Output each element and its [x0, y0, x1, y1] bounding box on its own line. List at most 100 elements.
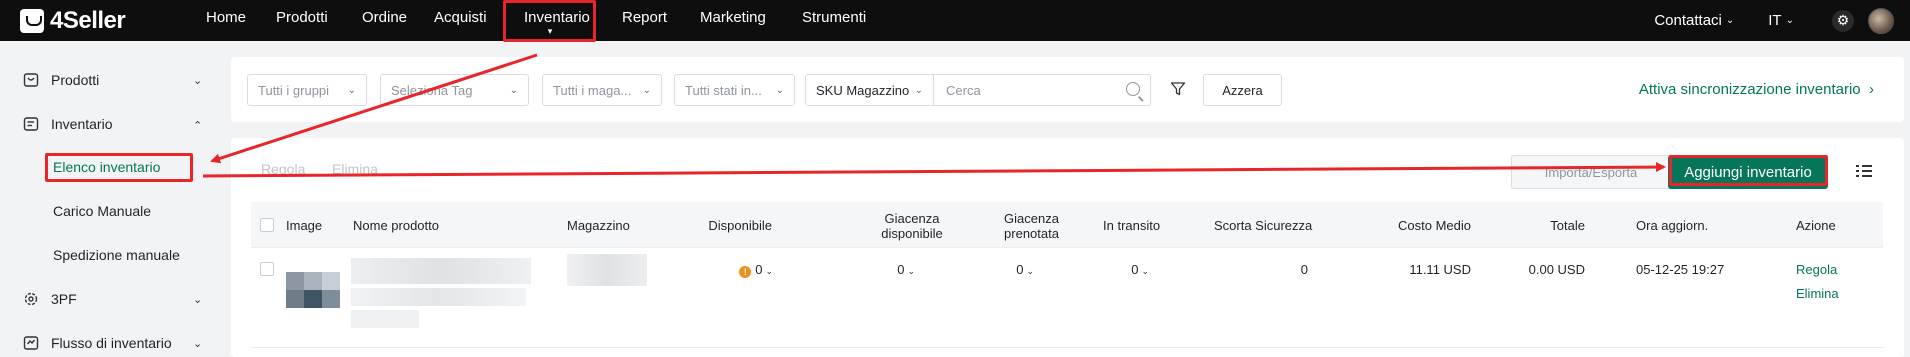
nav-item-products[interactable]: Prodotti	[260, 0, 346, 41]
sidebar-item-products[interactable]: Prodotti ⌄	[0, 60, 222, 100]
safety-stock-value: 0	[1300, 262, 1308, 277]
column-available-stock[interactable]: Giacenza disponibile	[856, 211, 968, 241]
sync-link-label: Attiva sincronizzazione inventario	[1638, 81, 1861, 98]
chevron-down-icon: ⌄	[1026, 266, 1034, 276]
row-checkbox[interactable]	[260, 262, 274, 276]
import-export-button[interactable]: Importa/Esporta	[1511, 155, 1671, 189]
contacts-menu[interactable]: Contattaci ⌄	[1654, 12, 1734, 29]
available-value[interactable]: ! 0 ⌄	[739, 262, 773, 278]
sidebar-item-inventory-flow[interactable]: Flusso di inventario ⌄	[0, 323, 222, 357]
flow-icon	[22, 334, 40, 352]
row-adjust-link[interactable]: Regola	[1796, 262, 1837, 277]
delete-button[interactable]: Elimina	[332, 161, 378, 177]
chevron-down-icon: ⌄	[765, 266, 773, 276]
column-reserved-stock[interactable]: Giacenza prenotata	[978, 211, 1085, 241]
column-in-transit[interactable]: In transito	[1103, 218, 1160, 233]
brand-logo[interactable]: 4Seller	[20, 5, 126, 36]
column-action: Azione	[1796, 218, 1836, 233]
column-safety-stock[interactable]: Scorta Sicurezza	[1214, 218, 1312, 233]
avatar[interactable]	[1868, 7, 1894, 34]
column-reserved-stock-line1: Giacenza	[1004, 211, 1059, 226]
column-total[interactable]: Totale	[1550, 218, 1585, 233]
filter-icon[interactable]	[1170, 81, 1186, 97]
contacts-label: Contattaci	[1654, 12, 1722, 29]
chevron-down-icon: ⌄	[775, 84, 784, 96]
nav-item-orders[interactable]: Ordine	[346, 0, 418, 41]
search-input[interactable]: Cerca	[934, 74, 1151, 106]
warehouse-select[interactable]: Tutti i maga... ⌄	[542, 74, 662, 106]
column-available[interactable]: Disponibile	[708, 218, 772, 233]
inventory-icon	[22, 115, 40, 133]
tag-select[interactable]: Seleziona Tag ⌄	[380, 74, 529, 106]
updated-value: 05-12-25 19:27	[1636, 262, 1725, 277]
nav-item-purchases[interactable]: Acquisti	[418, 0, 508, 41]
chevron-down-icon: ⌄	[347, 84, 356, 96]
sidebar-subitem-manual-shipping[interactable]: Spedizione manuale	[0, 235, 222, 275]
column-image: Image	[286, 218, 323, 233]
state-select-value: Tutti stati in...	[685, 82, 762, 98]
sidebar-item-3pf[interactable]: 3PF ⌄	[0, 279, 222, 319]
average-cost-value: 11.11 USD	[1409, 262, 1471, 277]
column-updated[interactable]: Ora aggiorn.	[1636, 218, 1708, 233]
sidebar: Prodotti ⌄ Inventario ⌄ Elenco inventari…	[0, 41, 222, 357]
inventory-panel: Regola Elimina Importa/Esporta Aggiungi …	[231, 138, 1904, 357]
product-thumbnail	[286, 272, 340, 308]
in-transit-value[interactable]: 0 ⌄	[1131, 262, 1149, 277]
search-icon[interactable]	[1126, 82, 1140, 96]
chevron-down-icon: ⌄	[1725, 15, 1735, 26]
enable-inventory-sync-link[interactable]: Attiva sincronizzazione inventario ›	[1639, 81, 1874, 98]
chevron-down-icon: ⌄	[193, 337, 203, 350]
adjust-button[interactable]: Regola	[261, 161, 305, 177]
nav-item-marketing[interactable]: Marketing	[684, 0, 786, 41]
nav-item-tools[interactable]: Strumenti	[786, 0, 886, 41]
chevron-down-icon: ⌄	[193, 74, 203, 87]
search-field-value: SKU Magazzino	[816, 82, 910, 98]
available-stock-value[interactable]: 0 ⌄	[897, 262, 915, 277]
settings-icon	[22, 290, 40, 308]
state-select[interactable]: Tutti stati in... ⌄	[674, 74, 795, 106]
annotation-highlight-sidebar	[45, 153, 193, 182]
chevron-down-icon: ⌄	[1141, 266, 1149, 276]
in-transit-number: 0	[1131, 262, 1139, 277]
row-delete-link[interactable]: Elimina	[1796, 286, 1839, 301]
nav-item-home[interactable]: Home	[190, 0, 260, 41]
table-row[interactable]: ! 0 ⌄ 0 ⌄ 0 ⌄ 0 ⌄ 0 11.11 USD 0.00 USD 05-12-…	[251, 248, 1883, 348]
product-icon	[22, 71, 40, 89]
nav-item-report[interactable]: Report	[606, 0, 684, 41]
product-detail-redacted	[351, 310, 419, 328]
total-value: 0.00 USD	[1528, 262, 1585, 277]
reserved-stock-value[interactable]: 0 ⌄	[1016, 262, 1034, 277]
top-right-controls: Contattaci ⌄ IT ⌄ ⚙	[1654, 0, 1910, 41]
warehouse-select-value: Tutti i maga...	[553, 82, 632, 98]
column-warehouse[interactable]: Magazzino	[567, 218, 630, 233]
sidebar-item-inventory[interactable]: Inventario ⌄	[0, 104, 222, 144]
sidebar-subitem-label: Spedizione manuale	[53, 247, 180, 263]
column-available-stock-line2: disponibile	[881, 226, 943, 241]
language-label: IT	[1768, 12, 1782, 29]
chevron-down-icon: ⌄	[914, 84, 923, 96]
available-stock-number: 0	[897, 262, 905, 277]
annotation-highlight-add-button	[1669, 155, 1828, 186]
column-product-name[interactable]: Nome prodotto	[353, 218, 439, 233]
sidebar-item-label: Inventario	[51, 116, 113, 132]
chevron-down-icon: ⌄	[509, 84, 518, 96]
sidebar-subitem-manual-load[interactable]: Carico Manuale	[0, 191, 222, 231]
reset-button[interactable]: Azzera	[1203, 74, 1282, 106]
group-select[interactable]: Tutti i gruppi ⌄	[247, 74, 367, 106]
group-select-value: Tutti i gruppi	[258, 82, 330, 98]
product-name-redacted	[351, 258, 531, 284]
language-menu[interactable]: IT ⌄	[1768, 12, 1794, 29]
chevron-up-icon: ⌄	[193, 117, 203, 130]
column-average-cost[interactable]: Costo Medio	[1398, 218, 1471, 233]
search-field-select[interactable]: SKU Magazzino ⌄	[805, 74, 934, 106]
chevron-down-icon: ⌄	[907, 266, 915, 276]
brand-name: 4Seller	[50, 6, 126, 34]
column-reserved-stock-line2: prenotata	[1004, 226, 1059, 241]
chevron-right-icon: ›	[1864, 81, 1874, 98]
sidebar-item-label: 3PF	[51, 291, 77, 307]
sidebar-subitem-label: Carico Manuale	[53, 203, 152, 219]
column-settings-icon[interactable]	[1856, 164, 1872, 178]
gear-icon[interactable]: ⚙	[1832, 9, 1854, 32]
select-all-checkbox[interactable]	[260, 218, 274, 232]
tag-select-placeholder: Seleziona Tag	[391, 82, 473, 98]
